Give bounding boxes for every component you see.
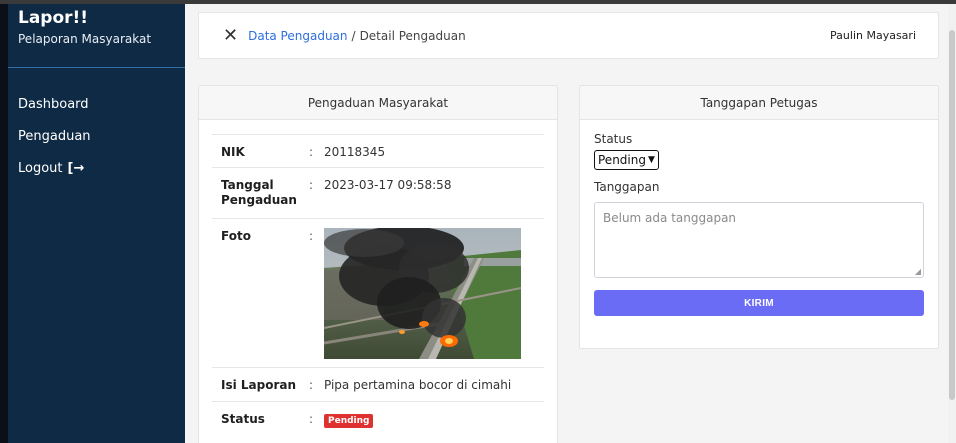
response-textarea[interactable]: Belum ada tanggapan ◢ — [594, 202, 924, 278]
colon: : — [308, 412, 314, 426]
table-row: Status : Pending — [212, 401, 544, 441]
report-value: Pipa pertamina bocor di cimahi — [324, 378, 512, 392]
photo-label: Foto — [221, 229, 251, 243]
brand-title: Lapor!! — [18, 8, 89, 28]
page-scrollbar[interactable] — [948, 4, 956, 443]
status-select[interactable]: Pending ▼ — [594, 150, 659, 170]
sidebar-item-label: Logout — [18, 160, 63, 176]
status-label: Status — [221, 412, 265, 426]
breadcrumb: Data Pengaduan / Detail Pengaduan — [248, 29, 466, 43]
date-value: 2023-03-17 09:58:58 — [324, 178, 452, 192]
table-row: Foto : — [212, 218, 544, 367]
nik-value: 20118345 — [324, 145, 386, 159]
scrollbar-thumb[interactable] — [949, 30, 955, 400]
sidebar-item-label: Dashboard — [18, 96, 89, 112]
report-label: Isi Laporan — [221, 378, 297, 392]
top-header: ✕ Data Pengaduan / Detail Pengaduan Paulin… — [198, 12, 939, 59]
colon: : — [308, 378, 314, 392]
complaint-detail-table: NIK : 20118345 Tanggal Pengaduan : 2023-… — [199, 120, 557, 441]
colon: : — [308, 178, 314, 192]
brand: Lapor!! Pelaporan Masyarakat — [8, 4, 185, 68]
close-icon[interactable]: ✕ — [223, 26, 238, 45]
breadcrumb-separator: / — [351, 28, 356, 43]
submit-button[interactable]: KIRIM — [594, 290, 924, 316]
user-name[interactable]: Paulin Mayasari — [830, 29, 916, 42]
status-cell: Pending — [324, 402, 544, 441]
status-select-label: Status — [594, 132, 633, 146]
colon: : — [308, 145, 314, 159]
complaint-card: Pengaduan Masyarakat NIK : 20118345 Tang… — [198, 85, 558, 443]
resize-handle-icon[interactable]: ◢ — [915, 267, 921, 276]
table-row: Isi Laporan : Pipa pertamina bocor di ci… — [212, 367, 544, 401]
response-form: Status Pending ▼ Tanggapan Belum ada tan… — [580, 120, 938, 316]
sidebar-nav: Dashboard Pengaduan Logout [→ — [8, 68, 185, 184]
logout-arrow-icon: [→ — [67, 160, 85, 176]
complaint-photo — [324, 228, 521, 359]
date-label: Tanggal Pengaduan — [221, 178, 297, 207]
sidebar-item-label: Pengaduan — [18, 128, 91, 144]
sidebar-item-logout[interactable]: Logout [→ — [8, 152, 185, 184]
response-placeholder: Belum ada tanggapan — [603, 211, 737, 225]
photo-cell — [324, 219, 544, 367]
colon: : — [308, 229, 314, 243]
breadcrumb-current: Detail Pengaduan — [359, 28, 466, 43]
breadcrumb-link-data-pengaduan[interactable]: Data Pengaduan — [248, 29, 347, 43]
status-select-value: Pending — [598, 153, 646, 167]
status-badge: Pending — [324, 414, 374, 428]
response-textarea-label: Tanggapan — [594, 180, 660, 194]
sidebar-item-pengaduan[interactable]: Pengaduan — [8, 120, 185, 152]
brand-subtitle: Pelaporan Masyarakat — [18, 32, 152, 46]
response-card: Tanggapan Petugas Status Pending ▼ Tangg… — [579, 85, 939, 349]
chevron-down-icon: ▼ — [647, 155, 655, 165]
response-card-title: Tanggapan Petugas — [580, 86, 938, 120]
table-row: Tanggal Pengaduan : 2023-03-17 09:58:58 — [212, 167, 544, 218]
table-row: NIK : 20118345 — [212, 134, 544, 167]
sidebar-item-dashboard[interactable]: Dashboard — [8, 88, 185, 120]
complaint-card-title: Pengaduan Masyarakat — [199, 86, 557, 120]
sidebar: Lapor!! Pelaporan Masyarakat Dashboard P… — [0, 4, 185, 443]
nik-label: NIK — [221, 145, 245, 159]
